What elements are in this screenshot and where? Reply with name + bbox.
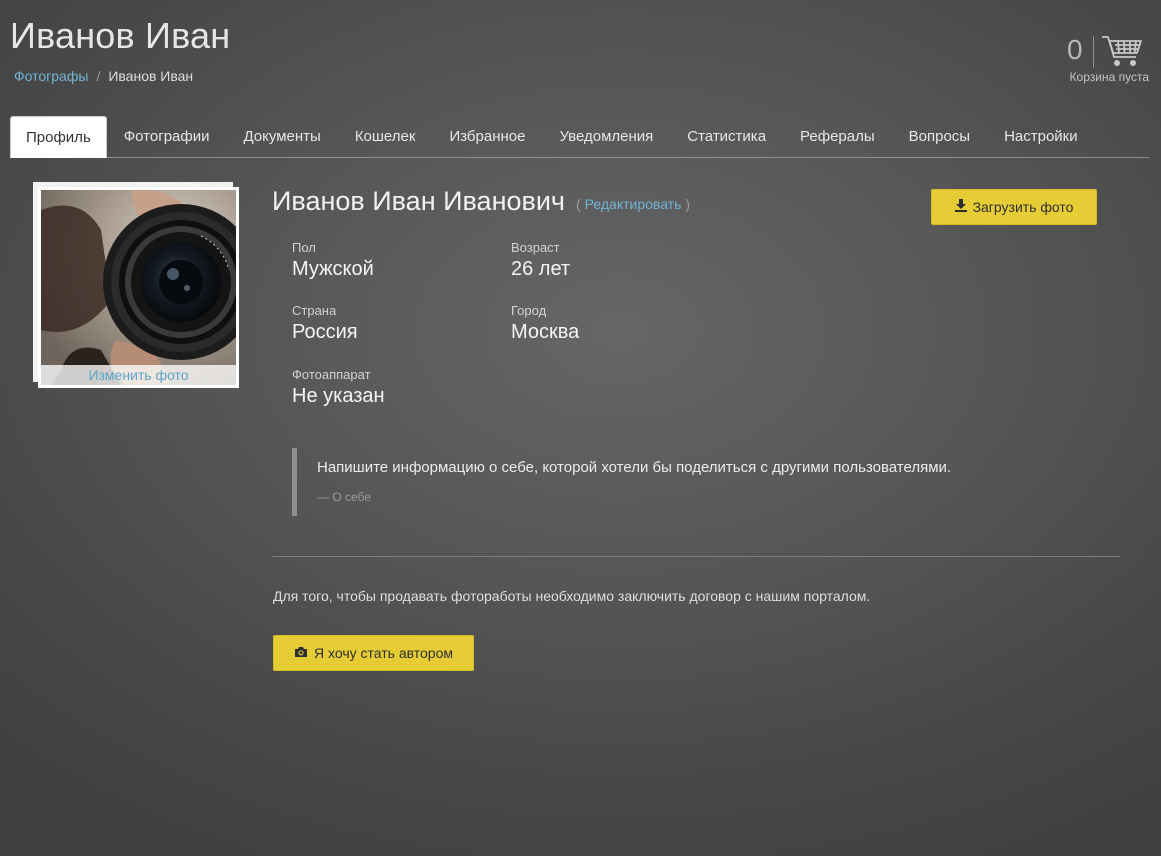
cart-count: 0 [1067,34,1083,65]
breadcrumb-link-photographers[interactable]: Фотографы [14,68,88,84]
profile-full-name: Иванов Иван Иванович [272,186,565,216]
avatar-image: Изменить фото [41,190,236,385]
contract-notice: Для того, чтобы продавать фотоработы нео… [273,588,871,604]
tab-settings[interactable]: Настройки [987,116,1095,157]
change-photo-link[interactable]: Изменить фото [41,365,236,385]
field-gender: Пол Мужской [292,240,374,281]
edit-profile-wrap: (Редактировать) [576,196,690,212]
paren-open: ( [576,196,581,212]
about-blockquote: Напишите информацию о себе, которой хоте… [292,448,1012,516]
become-author-label: Я хочу стать автором [314,645,453,661]
field-camera-value: Не указан [292,385,385,407]
field-gender-value: Мужской [292,258,374,280]
field-age-value: 26 лет [511,258,571,280]
page-title: Иванов Иван [10,15,231,56]
tab-statistics[interactable]: Статистика [670,116,783,157]
tab-notifications[interactable]: Уведомления [542,116,670,157]
field-city-value: Москва [511,321,580,343]
tab-referrals[interactable]: Рефералы [783,116,892,157]
field-camera-label: Фотоаппарат [292,367,371,382]
paren-close: ) [685,196,691,212]
field-city: Город Москва [511,303,579,344]
breadcrumb-current: Иванов Иван [108,68,194,84]
camera-icon [294,645,308,661]
profile-tabs: Профиль Фотографии Документы Кошелек Изб… [10,116,1149,158]
cart-status: Корзина пуста [1069,70,1149,84]
breadcrumb-separator: / [96,68,101,84]
download-icon [954,199,967,215]
upload-photo-label: Загрузить фото [972,199,1074,215]
cart-widget[interactable]: 0 Корзина пуста [1049,34,1149,86]
field-camera: Фотоаппарат Не указан [292,367,385,408]
about-source: — О себе [317,490,371,504]
tab-documents[interactable]: Документы [226,116,337,157]
cart-divider [1093,36,1094,68]
avatar[interactable]: Изменить фото [38,187,239,388]
field-city-label: Город [511,303,547,318]
become-author-button[interactable]: Я хочу стать автором [273,635,474,671]
field-country-label: Страна [292,303,337,318]
field-gender-label: Пол [292,240,316,255]
tab-profile[interactable]: Профиль [10,116,107,158]
tab-photos[interactable]: Фотографии [107,116,227,157]
shopping-cart-icon[interactable] [1101,34,1143,73]
upload-photo-button[interactable]: Загрузить фото [931,189,1097,225]
about-text: Напишите информацию о себе, которой хоте… [317,459,952,476]
section-divider [272,556,1120,557]
field-age: Возраст 26 лет [511,240,570,281]
tab-wallet[interactable]: Кошелек [338,116,433,157]
field-country-value: Россия [292,321,358,343]
edit-profile-link[interactable]: Редактировать [585,196,682,212]
tab-questions[interactable]: Вопросы [892,116,987,157]
tab-favorites[interactable]: Избранное [432,116,542,157]
breadcrumb: Фотографы / Иванов Иван [14,68,193,84]
field-age-label: Возраст [511,240,560,255]
field-country: Страна Россия [292,303,358,344]
